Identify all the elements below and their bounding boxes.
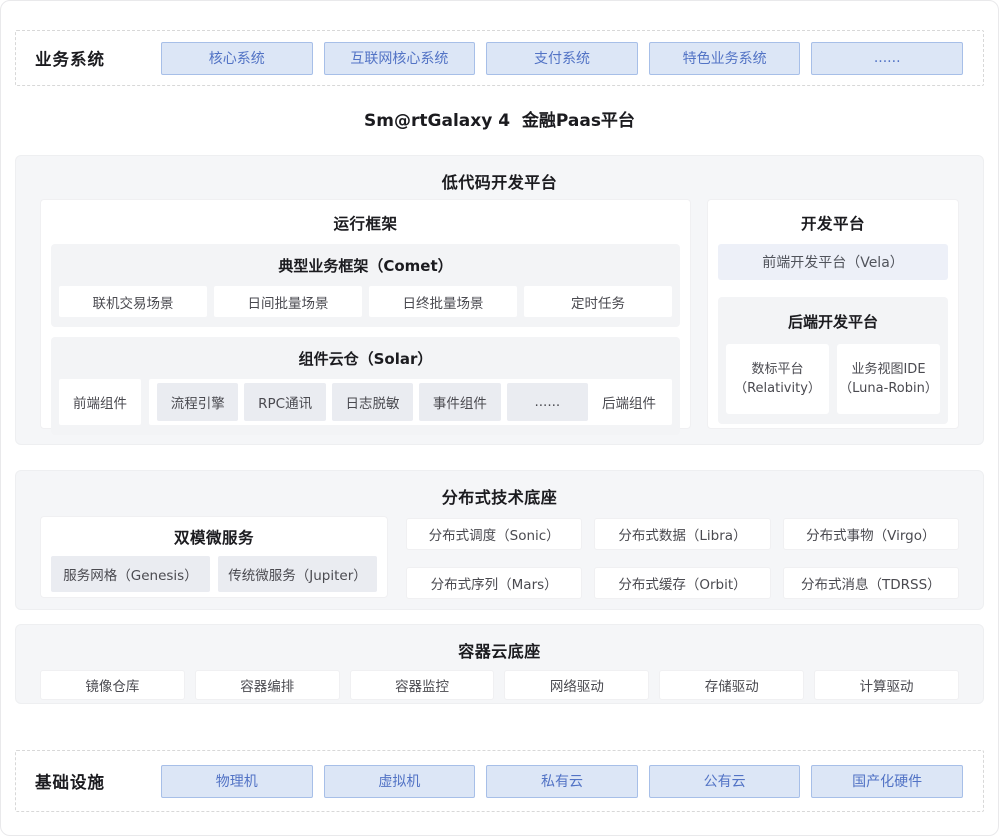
lowcode-section-title: 低代码开发平台: [16, 156, 983, 191]
business-system-node: 支付系统: [486, 42, 638, 75]
relativity-platform-node: 数标平台 （Relativity）: [726, 344, 829, 414]
business-system-node: 互联网核心系统: [324, 42, 476, 75]
relativity-platform-name: 数标平台: [751, 360, 803, 379]
comet-items-row: 联机交易场景 日间批量场景 日终批量场景 定时任务: [59, 286, 672, 317]
container-cloud-node: 网络驱动: [504, 670, 649, 700]
dev-platform-card: 开发平台 前端开发平台（Vela） 后端开发平台 数标平台 （Relativit…: [707, 199, 959, 429]
business-system-node: 特色业务系统: [649, 42, 801, 75]
container-cloud-row: 镜像仓库 容器编排 容器监控 网络驱动 存储驱动 计算驱动: [16, 670, 983, 700]
container-cloud-node: 计算驱动: [814, 670, 959, 700]
genesis-service-mesh-node: 服务网格（Genesis）: [51, 556, 210, 592]
dual-mode-title: 双模微服务: [51, 517, 377, 556]
infrastructure-node: 国产化硬件: [811, 765, 963, 798]
container-cloud-node: 容器编排: [195, 670, 340, 700]
solar-component-group: 组件云仓（Solar） 前端组件 流程引擎 RPC通讯 日志脱敏 事件组件 ..…: [51, 337, 680, 435]
runtime-framework-card: 运行框架 典型业务框架（Comet） 联机交易场景 日间批量场景 日终批量场景 …: [40, 199, 691, 429]
page-title: Sm@rtGalaxy 4 金融Paas平台: [1, 110, 998, 132]
solar-chip-node: RPC通讯: [244, 383, 325, 421]
luna-robin-ide-name: 业务视图IDE: [851, 360, 925, 379]
infrastructure-row: 基础设施 物理机 虚拟机 私有云 公有云 国产化硬件: [15, 750, 984, 812]
business-systems-boxes: 核心系统 互联网核心系统 支付系统 特色业务系统 ......: [161, 42, 963, 75]
jupiter-microservice-node: 传统微服务（Jupiter）: [218, 556, 377, 592]
distributed-service-node: 分布式数据（Libra）: [594, 518, 770, 550]
comet-framework-title: 典型业务框架（Comet）: [59, 250, 672, 286]
solar-chip-node: 事件组件: [419, 383, 500, 421]
solar-component-title: 组件云仓（Solar）: [59, 343, 672, 379]
backend-dev-platform-row: 数标平台 （Relativity） 业务视图IDE （Luna-Robin）: [726, 344, 940, 414]
comet-item-node: 定时任务: [524, 286, 672, 317]
runtime-framework-title: 运行框架: [51, 200, 680, 244]
container-cloud-title: 容器云底座: [16, 625, 983, 660]
dev-platform-title: 开发平台: [718, 200, 948, 244]
infrastructure-boxes: 物理机 虚拟机 私有云 公有云 国产化硬件: [161, 765, 963, 798]
backend-dev-platform-title: 后端开发平台: [726, 305, 940, 344]
distributed-service-node: 分布式序列（Mars）: [406, 567, 582, 599]
comet-framework-group: 典型业务框架（Comet） 联机交易场景 日间批量场景 日终批量场景 定时任务: [51, 244, 680, 327]
infrastructure-node: 物理机: [161, 765, 313, 798]
infrastructure-node: 公有云: [649, 765, 801, 798]
distributed-base-section: 分布式技术底座 双模微服务 服务网格（Genesis） 传统微服务（Jupite…: [15, 470, 984, 610]
solar-items-row: 前端组件 流程引擎 RPC通讯 日志脱敏 事件组件 ...... 后端组件: [59, 379, 672, 425]
infrastructure-node: 虚拟机: [324, 765, 476, 798]
business-systems-row: 业务系统 核心系统 互联网核心系统 支付系统 特色业务系统 ......: [15, 30, 984, 86]
distributed-services-grid: 分布式调度（Sonic） 分布式数据（Libra） 分布式事物（Virgo） 分…: [406, 516, 959, 599]
comet-item-node: 联机交易场景: [59, 286, 207, 317]
solar-chip-node: 流程引擎: [157, 383, 238, 421]
comet-item-node: 日间批量场景: [214, 286, 362, 317]
business-system-node: 核心系统: [161, 42, 313, 75]
distributed-section-body: 双模微服务 服务网格（Genesis） 传统微服务（Jupiter） 分布式调度…: [16, 506, 983, 599]
frontend-components-node: 前端组件: [59, 379, 141, 425]
distributed-service-node: 分布式缓存（Orbit）: [594, 567, 770, 599]
lowcode-section-body: 运行框架 典型业务框架（Comet） 联机交易场景 日间批量场景 日终批量场景 …: [16, 191, 983, 429]
container-cloud-section: 容器云底座 镜像仓库 容器编排 容器监控 网络驱动 存储驱动 计算驱动: [15, 624, 984, 704]
solar-chip-node-more: ......: [507, 383, 588, 421]
infrastructure-label: 基础设施: [35, 769, 137, 793]
platform-architecture-diagram: 业务系统 核心系统 互联网核心系统 支付系统 特色业务系统 ...... Sm@…: [0, 0, 999, 836]
distributed-service-node: 分布式事物（Virgo）: [783, 518, 959, 550]
infrastructure-node: 私有云: [486, 765, 638, 798]
backend-dev-platform-group: 后端开发平台 数标平台 （Relativity） 业务视图IDE （Luna-R…: [718, 297, 948, 424]
backend-components-strip: 流程引擎 RPC通讯 日志脱敏 事件组件 ...... 后端组件: [149, 379, 672, 425]
distributed-service-node: 分布式调度（Sonic）: [406, 518, 582, 550]
dual-mode-microservice-card: 双模微服务 服务网格（Genesis） 传统微服务（Jupiter）: [40, 516, 388, 598]
dual-mode-row: 服务网格（Genesis） 传统微服务（Jupiter）: [51, 556, 377, 592]
relativity-platform-sub: （Relativity）: [734, 379, 821, 398]
business-systems-label: 业务系统: [35, 46, 137, 70]
container-cloud-node: 容器监控: [350, 670, 495, 700]
luna-robin-ide-sub: （Luna-Robin）: [839, 379, 938, 398]
distributed-service-node: 分布式消息（TDRSS）: [783, 567, 959, 599]
luna-robin-ide-node: 业务视图IDE （Luna-Robin）: [837, 344, 940, 414]
container-cloud-node: 镜像仓库: [40, 670, 185, 700]
distributed-section-title: 分布式技术底座: [16, 471, 983, 506]
backend-components-label: 后端组件: [591, 392, 667, 412]
lowcode-platform-section: 低代码开发平台 运行框架 典型业务框架（Comet） 联机交易场景 日间批量场景…: [15, 155, 984, 445]
comet-item-node: 日终批量场景: [369, 286, 517, 317]
vela-frontend-platform-node: 前端开发平台（Vela）: [718, 244, 948, 280]
container-cloud-node: 存储驱动: [659, 670, 804, 700]
solar-chip-node: 日志脱敏: [332, 383, 413, 421]
business-system-node-more: ......: [811, 42, 963, 75]
